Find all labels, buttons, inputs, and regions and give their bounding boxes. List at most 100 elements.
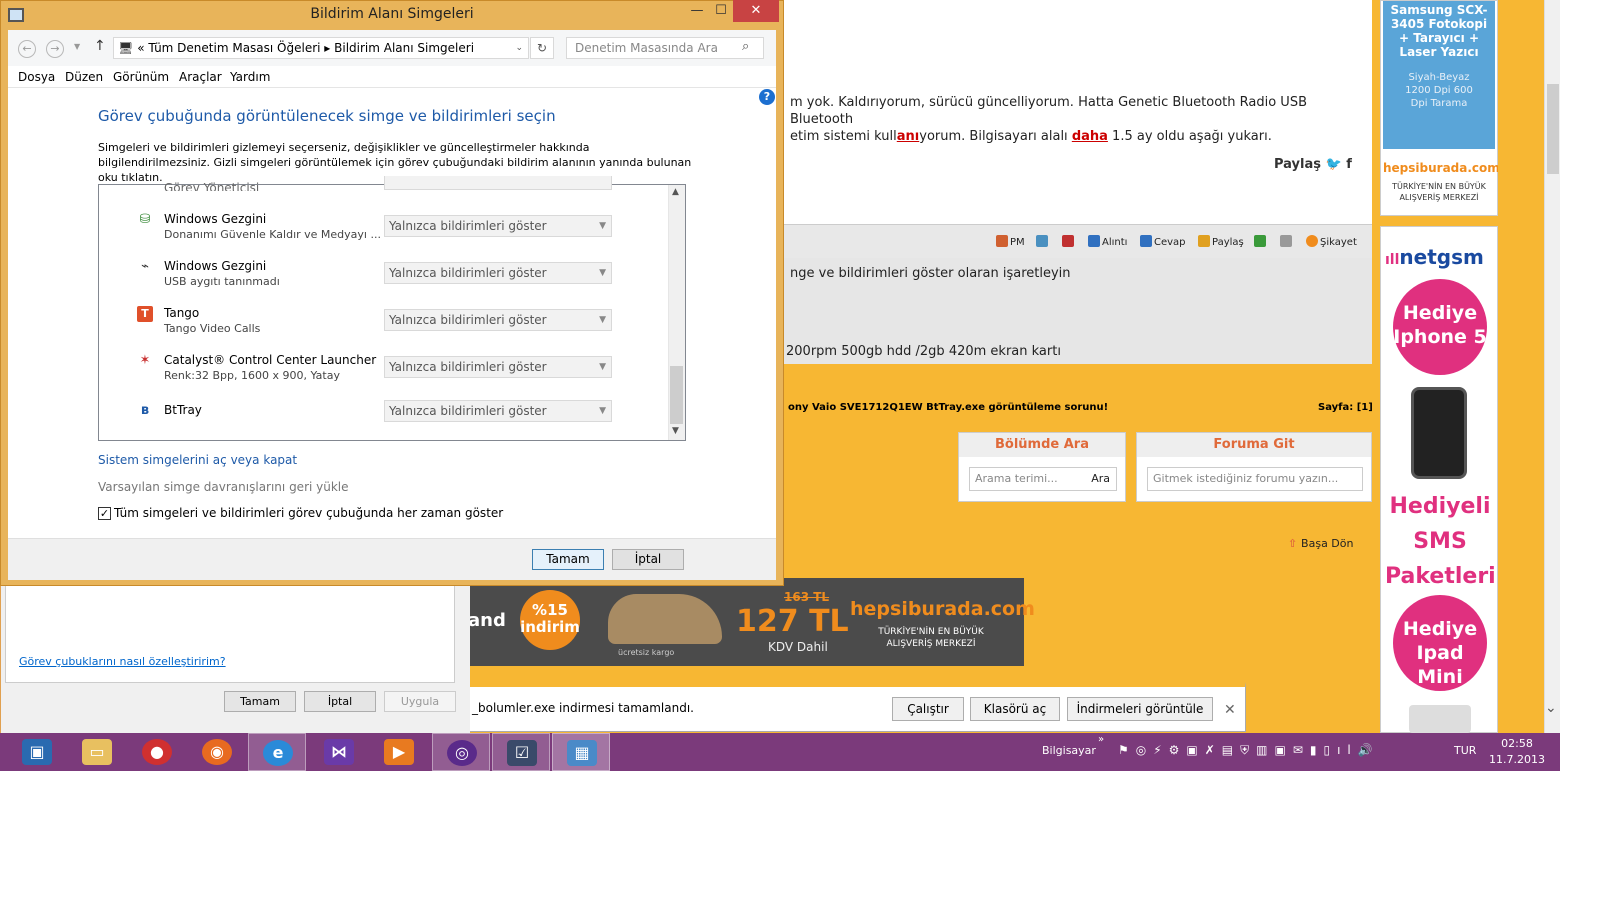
sms-offer: Hediyeli SMS Paketleri [1385, 494, 1496, 589]
taskbar-tango[interactable]: ◎ [432, 733, 490, 771]
discount-badge: %15 indirim [520, 590, 580, 650]
share-link[interactable]: Paylaş 🐦 f [1274, 157, 1352, 172]
back-cancel-button[interactable]: İptal [304, 691, 376, 712]
thanks-button[interactable] [1062, 235, 1076, 248]
ok-button[interactable]: Tamam [532, 549, 604, 570]
address-bar[interactable]: 🖥 « Tüm Denetim Masası Öğeleri ▸ Bildirim… [113, 37, 529, 59]
reply-icon [1140, 235, 1152, 247]
search-input[interactable]: Denetim Masasında Ara [566, 37, 764, 59]
ad-banner-shoes[interactable]: and %15 indirim ücretsiz kargo 163 TL 12… [468, 578, 1035, 666]
clock[interactable]: 02:58 11.7.2013 [1486, 736, 1548, 768]
forum-jump-input[interactable]: Gitmek istediğiniz forumu yazın... [1147, 467, 1363, 491]
section-search-title: Bölümde Ara [959, 433, 1125, 457]
taskbar-store[interactable]: ▣ [8, 733, 66, 771]
behavior-select[interactable]: Yalnızca bildirimleri göster ▼ [384, 215, 612, 237]
cancel-button[interactable]: İptal [612, 549, 684, 570]
always-show-label[interactable]: Tüm simgeleri ve bildirimleri görev çubu… [114, 506, 503, 520]
taskbar-firefox[interactable]: ◉ [188, 733, 246, 771]
banner-brand: hepsiburada.com [850, 598, 1035, 620]
pm-button[interactable]: PM [996, 235, 1025, 248]
forward-arrow-icon[interactable]: → [46, 40, 64, 58]
ad-top-brand: hepsiburada.com [1383, 161, 1500, 175]
taskbar-task-list[interactable]: ☑ [492, 733, 550, 771]
list-scroll-thumb[interactable] [670, 366, 683, 424]
run-button[interactable]: Çalıştır [892, 697, 964, 721]
download-status: _bolumler.exe indirmesi tamamlandı. [472, 701, 694, 715]
report-button[interactable]: Şikayet [1306, 235, 1357, 248]
warning-icon [1306, 235, 1318, 247]
banner-brand-sub: TÜRKİYE'NİN EN BÜYÜK ALIŞVERİŞ MERKEZİ [878, 627, 984, 649]
behavior-select[interactable]: Yalnızca bildirimleri göster ▼ [384, 309, 612, 331]
shoe-image [608, 594, 722, 644]
refresh-icon[interactable]: ↻ [530, 37, 554, 59]
catalyst-icon: ✶ [139, 353, 151, 368]
clock-date: 11.7.2013 [1489, 753, 1545, 766]
page-heading: Görev çubuğunda görüntülenecek simge ve … [98, 107, 556, 125]
download-bar-close-icon[interactable]: ✕ [1224, 702, 1236, 718]
pm-icon [996, 235, 1008, 247]
list-item-name: Tango [164, 306, 200, 320]
notification-tray[interactable]: ⚑◎⚡⚙▣✗▤⛨▥▣✉▮▯ıl🔊 [1118, 743, 1380, 758]
taskbar-file-explorer[interactable]: ▭ [68, 733, 126, 771]
taskbar-media-player[interactable]: ▶ [370, 733, 428, 771]
pager[interactable]: Sayfa: [1] [1318, 402, 1373, 413]
taskbar-internet-explorer[interactable]: e [248, 733, 306, 771]
behavior-select[interactable]: Yalnızca bildirimleri göster ▼ [384, 356, 612, 378]
computer-icon: 🖥 [118, 41, 134, 55]
profile-button[interactable] [1036, 235, 1050, 248]
menu-tools[interactable]: Araçlar [179, 70, 222, 84]
view-downloads-button[interactable]: İndirmeleri görüntüle [1067, 697, 1213, 721]
back-apply-button[interactable]: Uygula [384, 691, 456, 712]
minimize-button[interactable]: — [686, 0, 708, 22]
back-ok-button[interactable]: Tamam [224, 691, 296, 712]
phone-image [1411, 387, 1467, 479]
behavior-select[interactable]: Yalnızca bildirimleri göster ▼ [384, 400, 612, 422]
restore-defaults-link[interactable]: Varsayılan simge davranışlarını geri yük… [98, 480, 349, 494]
section-search-button[interactable]: Ara [1091, 468, 1110, 490]
help-icon[interactable]: ? [759, 89, 775, 105]
signal-icon: ıll [1385, 252, 1400, 268]
customize-taskbar-link[interactable]: Görev çubuklarını nasıl özelleştiririm? [19, 655, 226, 668]
language-indicator[interactable]: TUR [1454, 744, 1476, 757]
section-search-input[interactable]: Arama terimi... Ara [969, 467, 1117, 491]
menu-edit[interactable]: Düzen [65, 70, 103, 84]
open-folder-button[interactable]: Klasörü aç [970, 697, 1060, 721]
behavior-select[interactable]: Yalnızca bildirimleri göster ▼ [384, 262, 612, 284]
dialog-title: Bildirim Alanı Simgeleri [310, 6, 474, 22]
system-icons-link[interactable]: Sistem simgelerini aç veya kapat [98, 453, 297, 467]
search-icon[interactable]: ⌕ [742, 39, 749, 54]
up-arrow-icon[interactable]: ↑ [94, 38, 106, 54]
back-to-top-link[interactable]: ⇧ Başa Dön [1288, 537, 1353, 550]
file-explorer-icon: ▭ [82, 739, 112, 765]
ad-samsung-printer[interactable]: Samsung SCX-3405 Fotokopi + Tarayıcı + L… [1380, 0, 1500, 216]
page-scrollbar[interactable] [1544, 0, 1560, 733]
social-share-button[interactable] [1254, 235, 1268, 248]
recent-dropdown-icon[interactable]: ▼ [74, 42, 80, 51]
menu-view[interactable]: Görünüm [113, 70, 169, 84]
behavior-select[interactable] [384, 176, 612, 190]
share-button[interactable]: Paylaş [1198, 235, 1244, 248]
taskbar-media-app[interactable]: ● [128, 733, 186, 771]
ad-netgsm[interactable]: ıllnetgsm Hediye Iphone 5 Hediyeli SMS P… [1380, 226, 1498, 733]
scroll-up-icon[interactable]: ▲ [672, 187, 679, 197]
list-item-sub: Tango Video Calls [164, 322, 261, 335]
list-item-name: Catalyst® Control Center Launcher [164, 353, 377, 367]
quote-button[interactable]: Alıntı [1088, 235, 1127, 248]
maximize-button[interactable]: ☐ [710, 0, 732, 22]
always-show-checkbox[interactable]: ✓ [98, 507, 111, 520]
taskbar-visual-studio[interactable]: ⋈ [310, 733, 368, 771]
scroll-down-icon[interactable]: ⌄ [1545, 700, 1557, 716]
menu-file[interactable]: Dosya [18, 70, 55, 84]
taskbar-control-panel[interactable]: ▦ [552, 733, 610, 771]
thread-title[interactable]: ony Vaio SVE1712Q1EW BtTray.exe görüntül… [788, 402, 1108, 413]
media-app-icon: ● [142, 739, 172, 765]
menu-help[interactable]: Yardım [230, 70, 270, 84]
scroll-down-icon[interactable]: ▼ [672, 426, 679, 436]
print-button[interactable] [1280, 235, 1294, 248]
back-arrow-icon[interactable]: ← [18, 40, 36, 58]
reply-button[interactable]: Cevap [1140, 235, 1186, 248]
close-button[interactable]: ✕ [733, 0, 779, 22]
page-scroll-thumb[interactable] [1547, 84, 1559, 174]
toolbar-expand-icon[interactable]: » [1098, 734, 1104, 745]
computer-toolbar-label[interactable]: Bilgisayar [1042, 744, 1096, 757]
